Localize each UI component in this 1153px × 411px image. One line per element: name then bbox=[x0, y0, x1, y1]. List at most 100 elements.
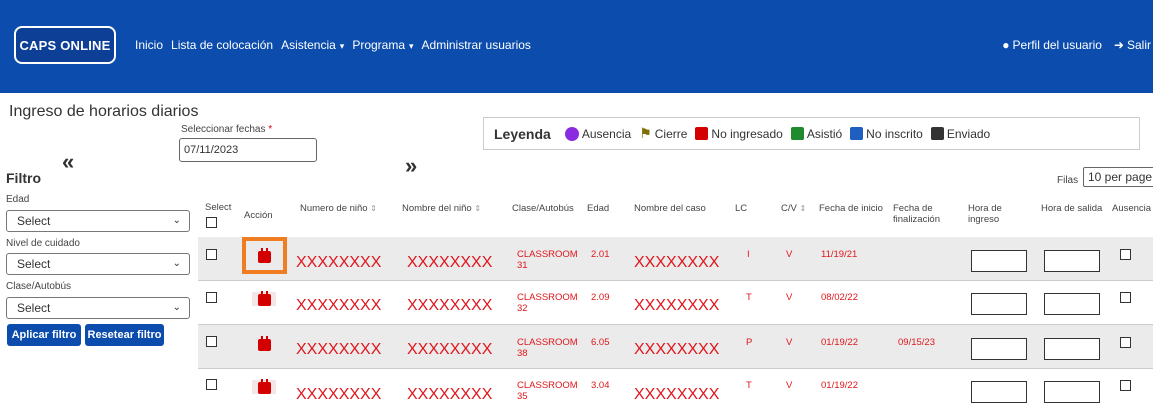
time-out-input[interactable] bbox=[1044, 250, 1100, 272]
lc-cell: T bbox=[746, 380, 752, 391]
nav-asistencia[interactable]: Asistencia ▾ bbox=[281, 38, 344, 52]
time-out-input[interactable] bbox=[1044, 381, 1100, 403]
header-case-name: Nombre del caso bbox=[634, 203, 706, 214]
header-child-number[interactable]: Numero de niño ⇕ bbox=[300, 203, 377, 214]
child-number-cell: XXXXXXXX bbox=[296, 254, 382, 271]
select-all-checkbox[interactable] bbox=[206, 217, 217, 228]
age-cell: 2.01 bbox=[591, 249, 610, 260]
legend-label-not-enrolled: No inscrito bbox=[866, 126, 923, 141]
time-in-input[interactable] bbox=[971, 250, 1027, 272]
cv-cell: V bbox=[786, 292, 793, 303]
child-name-cell: XXXXXXXX bbox=[407, 386, 493, 403]
header-cv-label: C/V bbox=[781, 203, 797, 214]
sort-icon: ⇕ bbox=[370, 204, 377, 213]
start-date-cell: 01/19/22 bbox=[821, 337, 858, 348]
flag-icon: ⚑ bbox=[639, 125, 652, 141]
time-in-input[interactable] bbox=[971, 293, 1027, 315]
header-child-name[interactable]: Nombre del niño ⇕ bbox=[402, 203, 481, 214]
start-date-cell: 08/02/22 bbox=[821, 292, 858, 303]
page-title: Ingreso de horarios diarios bbox=[9, 103, 199, 120]
class-bus-select[interactable]: Select ⌄ bbox=[6, 297, 190, 319]
nav-programa[interactable]: Programa ▾ bbox=[352, 38, 413, 52]
action-highlight bbox=[242, 237, 287, 274]
child-name-cell: XXXXXXXX bbox=[407, 297, 493, 314]
start-date-cell: 01/19/22 bbox=[821, 380, 858, 391]
profile-link[interactable]: ● Perfil del usuario bbox=[1002, 38, 1102, 52]
header-class-bus: Clase/Autobús bbox=[512, 203, 574, 214]
legend-label-not-entered: No ingresado bbox=[711, 126, 783, 141]
row-checkbox[interactable] bbox=[206, 292, 217, 303]
time-out-input[interactable] bbox=[1044, 293, 1100, 315]
required-mark: * bbox=[268, 124, 273, 135]
rows-per-page-select[interactable]: 10 per page bbox=[1083, 167, 1153, 187]
legend-item-attended: Asistió bbox=[790, 126, 843, 141]
case-name-cell: XXXXXXXX bbox=[634, 297, 720, 314]
legend-label-sent: Enviado bbox=[946, 126, 991, 141]
row-checkbox[interactable] bbox=[206, 379, 217, 390]
absence-checkbox[interactable] bbox=[1120, 292, 1131, 303]
care-level-filter-label: Nivel de cuidado bbox=[6, 238, 80, 249]
time-in-input[interactable] bbox=[971, 381, 1027, 403]
calendar-red-icon[interactable] bbox=[258, 291, 271, 306]
class-bus-cell: CLASSROOM 35 bbox=[517, 380, 578, 402]
chevron-down-icon: ▾ bbox=[339, 41, 345, 51]
calendar-red-icon[interactable] bbox=[258, 336, 271, 351]
header-cv[interactable]: C/V ⇕ bbox=[781, 203, 806, 214]
user-icon: ● bbox=[1002, 38, 1010, 52]
date-label: Seleccionar fechas * bbox=[181, 124, 272, 135]
header-child-number-label: Numero de niño bbox=[300, 203, 368, 214]
chevron-down-icon: ⌄ bbox=[172, 215, 181, 226]
header-absence: Ausencia bbox=[1112, 203, 1152, 214]
caps-online-logo[interactable]: CAPS ONLINE bbox=[14, 26, 116, 64]
legend-item-sent: Enviado bbox=[930, 126, 991, 141]
absence-checkbox[interactable] bbox=[1120, 380, 1131, 391]
child-name-cell: XXXXXXXX bbox=[407, 254, 493, 271]
sort-icon: ⇕ bbox=[474, 204, 482, 213]
legend-item-absence: Ausencia bbox=[564, 126, 632, 141]
header-end-date: Fecha de finalización bbox=[893, 203, 940, 225]
time-out-input[interactable] bbox=[1044, 338, 1100, 360]
apply-filter-button[interactable]: Aplicar filtro bbox=[7, 324, 81, 346]
nav-inicio[interactable]: Inicio bbox=[135, 38, 163, 52]
next-week-button[interactable]: » bbox=[405, 153, 417, 179]
sort-icon: ⇕ bbox=[799, 204, 807, 213]
previous-week-button[interactable]: « bbox=[62, 149, 74, 175]
age-select[interactable]: Select ⌄ bbox=[6, 210, 190, 232]
date-label-text: Seleccionar fechas bbox=[181, 124, 266, 135]
nav-asistencia-label: Asistencia bbox=[281, 38, 336, 52]
nav-programa-label: Programa bbox=[352, 38, 406, 52]
header-age: Edad bbox=[587, 203, 610, 214]
absence-checkbox[interactable] bbox=[1120, 337, 1131, 348]
child-name-cell: XXXXXXXX bbox=[407, 341, 493, 358]
absence-checkbox[interactable] bbox=[1120, 249, 1131, 260]
header-action: Acción bbox=[244, 210, 273, 221]
time-in-input[interactable] bbox=[971, 338, 1027, 360]
legend-item-closure: ⚑ Cierre bbox=[639, 125, 687, 142]
cv-cell: V bbox=[786, 249, 793, 260]
legend-label-absence: Ausencia bbox=[581, 126, 632, 141]
class-line-1: CLASSROOM bbox=[517, 380, 578, 391]
header-lc: LC bbox=[735, 203, 748, 214]
calendar-check-icon bbox=[930, 127, 944, 140]
nav-administrar-usuarios[interactable]: Administrar usuarios bbox=[422, 38, 531, 52]
class-bus-select-value: Select bbox=[17, 301, 51, 315]
logout-link[interactable]: ➜ Salir bbox=[1114, 38, 1151, 52]
legend-label-attended: Asistió bbox=[806, 126, 843, 141]
date-input[interactable] bbox=[179, 138, 317, 162]
care-level-select[interactable]: Select ⌄ bbox=[6, 253, 190, 275]
calendar-red-icon bbox=[695, 127, 709, 140]
class-bus-cell: CLASSROOM 31 bbox=[517, 249, 578, 271]
class-bus-cell: CLASSROOM 38 bbox=[517, 337, 578, 359]
age-cell: 2.09 bbox=[591, 292, 610, 303]
class-line-1: CLASSROOM bbox=[517, 337, 578, 348]
legend-item-not-enrolled: No inscrito bbox=[850, 127, 923, 141]
legend-item-not-entered: No ingresado bbox=[695, 126, 783, 141]
header-start-date: Fecha de inicio bbox=[819, 203, 883, 214]
care-level-select-value: Select bbox=[17, 257, 51, 271]
row-checkbox[interactable] bbox=[206, 249, 217, 260]
nav-lista-colocacion[interactable]: Lista de colocación bbox=[171, 38, 273, 52]
row-checkbox[interactable] bbox=[206, 336, 217, 347]
case-name-cell: XXXXXXXX bbox=[634, 341, 720, 358]
calendar-red-icon[interactable] bbox=[258, 379, 271, 394]
reset-filter-button[interactable]: Resetear filtro bbox=[85, 324, 164, 346]
